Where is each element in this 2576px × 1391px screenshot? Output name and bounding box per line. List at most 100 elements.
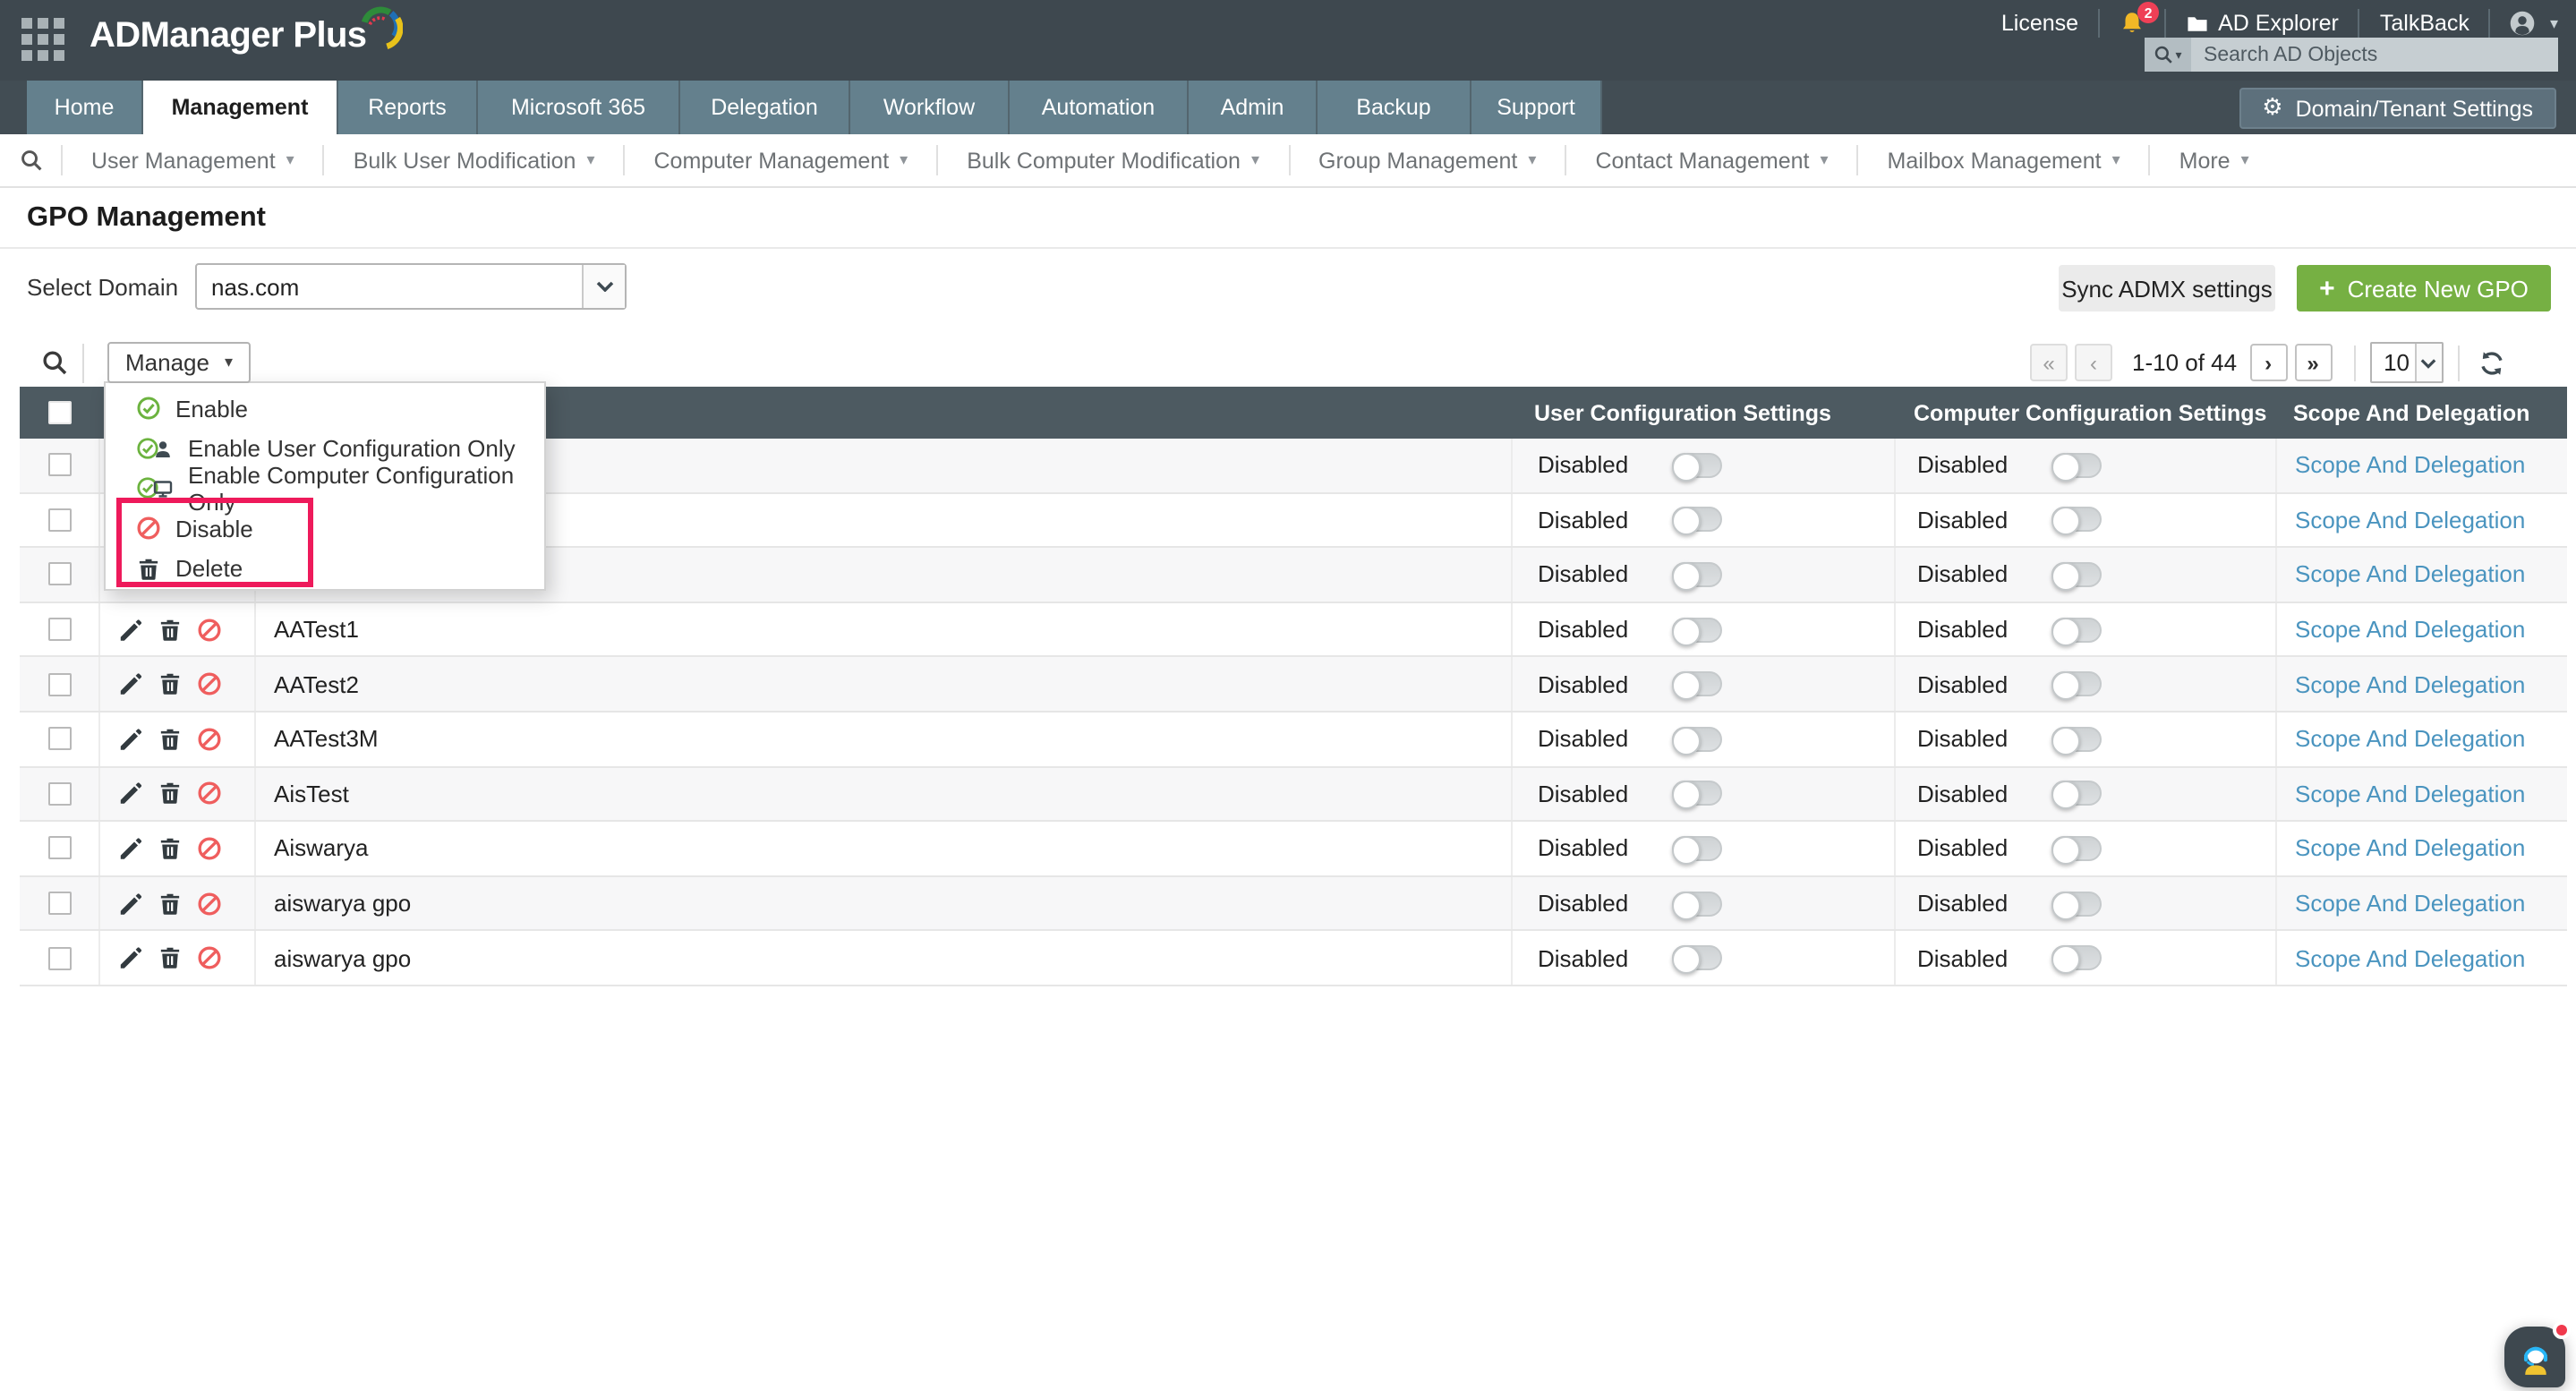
user-config-toggle[interactable]: [1672, 781, 1722, 806]
computer-config-toggle[interactable]: [2051, 891, 2102, 916]
row-checkbox[interactable]: [47, 563, 71, 586]
edit-icon[interactable]: [118, 945, 143, 970]
row-checkbox[interactable]: [47, 782, 71, 806]
edit-icon[interactable]: [118, 617, 143, 642]
manage-dropdown-button[interactable]: Manage ▾: [107, 342, 251, 383]
computer-config-toggle[interactable]: [2051, 781, 2102, 806]
computer-config-toggle[interactable]: [2051, 617, 2102, 642]
disable-icon[interactable]: [197, 727, 222, 752]
subnav-contact-management[interactable]: Contact Management▾: [1565, 145, 1856, 175]
subnav-mailbox-management[interactable]: Mailbox Management▾: [1857, 145, 2149, 175]
edit-icon[interactable]: [118, 891, 143, 916]
scope-delegation-link[interactable]: Scope And Delegation: [2295, 890, 2525, 917]
edit-icon[interactable]: [118, 836, 143, 861]
scope-delegation-link[interactable]: Scope And Delegation: [2295, 507, 2525, 533]
scope-delegation-link[interactable]: Scope And Delegation: [2295, 616, 2525, 643]
row-checkbox[interactable]: [47, 618, 71, 641]
user-config-toggle[interactable]: [1672, 945, 1722, 970]
disable-icon[interactable]: [197, 891, 222, 916]
scope-delegation-link[interactable]: Scope And Delegation: [2295, 670, 2525, 697]
tab-reports[interactable]: Reports: [338, 81, 478, 134]
scope-delegation-link[interactable]: Scope And Delegation: [2295, 452, 2525, 479]
edit-icon[interactable]: [118, 671, 143, 696]
app-grid-icon[interactable]: [21, 18, 66, 63]
domain-select[interactable]: nas.com: [195, 263, 627, 310]
subnav-computer-management[interactable]: Computer Management▾: [624, 145, 937, 175]
prev-page-button[interactable]: ‹: [2075, 344, 2112, 381]
subnav-group-management[interactable]: Group Management▾: [1288, 145, 1565, 175]
computer-config-toggle[interactable]: [2051, 945, 2102, 970]
search-ad-objects-input[interactable]: [2191, 38, 2558, 72]
scope-delegation-link[interactable]: Scope And Delegation: [2295, 781, 2525, 807]
row-checkbox[interactable]: [47, 946, 71, 969]
tab-support[interactable]: Support: [1471, 81, 1602, 134]
license-link[interactable]: License: [2001, 11, 2078, 36]
create-new-gpo-button[interactable]: + Create New GPO: [2297, 265, 2551, 311]
page-size-select[interactable]: 10: [2369, 342, 2443, 383]
trash-icon[interactable]: [158, 671, 183, 696]
menu-item-enable[interactable]: Enable: [106, 388, 544, 429]
scope-delegation-link[interactable]: Scope And Delegation: [2295, 561, 2525, 588]
disable-icon[interactable]: [197, 617, 222, 642]
user-account-menu[interactable]: ▾: [2511, 11, 2558, 36]
row-checkbox[interactable]: [47, 728, 71, 751]
user-config-toggle[interactable]: [1672, 671, 1722, 696]
subnav-bulk-computer-modification[interactable]: Bulk Computer Modification▾: [936, 145, 1288, 175]
last-page-button[interactable]: »: [2294, 344, 2332, 381]
row-checkbox[interactable]: [47, 837, 71, 860]
computer-config-toggle[interactable]: [2051, 671, 2102, 696]
tab-delegation[interactable]: Delegation: [680, 81, 850, 134]
sync-admx-settings-button[interactable]: Sync ADMX settings: [2059, 265, 2275, 311]
edit-icon[interactable]: [118, 781, 143, 806]
subnav-user-management[interactable]: User Management▾: [61, 145, 323, 175]
user-config-toggle[interactable]: [1672, 617, 1722, 642]
trash-icon[interactable]: [158, 781, 183, 806]
edit-icon[interactable]: [118, 727, 143, 752]
user-config-toggle[interactable]: [1672, 836, 1722, 861]
select-all-checkbox[interactable]: [48, 401, 72, 424]
computer-config-toggle[interactable]: [2051, 727, 2102, 752]
trash-icon[interactable]: [158, 945, 183, 970]
table-search-icon[interactable]: [41, 349, 68, 385]
talkback-link[interactable]: TalkBack: [2380, 11, 2469, 36]
scope-delegation-link[interactable]: Scope And Delegation: [2295, 726, 2525, 753]
disable-icon[interactable]: [197, 781, 222, 806]
scope-delegation-link[interactable]: Scope And Delegation: [2295, 835, 2525, 862]
row-checkbox[interactable]: [47, 672, 71, 696]
subnav-bulk-user-modification[interactable]: Bulk User Modification▾: [323, 145, 624, 175]
row-checkbox[interactable]: [47, 454, 71, 477]
tab-workflow[interactable]: Workflow: [850, 81, 1010, 134]
trash-icon[interactable]: [158, 727, 183, 752]
trash-icon[interactable]: [158, 836, 183, 861]
disable-icon[interactable]: [197, 671, 222, 696]
tab-management[interactable]: Management: [143, 81, 338, 134]
search-scope-button[interactable]: ▾: [2145, 38, 2191, 72]
scope-delegation-link[interactable]: Scope And Delegation: [2295, 944, 2525, 971]
menu-item-delete[interactable]: Delete: [106, 549, 544, 589]
row-checkbox[interactable]: [47, 892, 71, 915]
computer-config-toggle[interactable]: [2051, 562, 2102, 587]
trash-icon[interactable]: [158, 891, 183, 916]
first-page-button[interactable]: «: [2030, 344, 2068, 381]
computer-config-toggle[interactable]: [2051, 836, 2102, 861]
tab-automation[interactable]: Automation: [1010, 81, 1189, 134]
trash-icon[interactable]: [158, 617, 183, 642]
user-config-toggle[interactable]: [1672, 562, 1722, 587]
tab-backup[interactable]: Backup: [1318, 81, 1471, 134]
row-checkbox[interactable]: [47, 508, 71, 532]
refresh-icon[interactable]: [2477, 348, 2505, 377]
disable-icon[interactable]: [197, 945, 222, 970]
tab-home[interactable]: Home: [27, 81, 143, 134]
support-chat-button[interactable]: [2504, 1327, 2565, 1387]
menu-item-enable-computer-config[interactable]: Enable Computer Configuration Only: [106, 469, 544, 509]
user-config-toggle[interactable]: [1672, 727, 1722, 752]
user-config-toggle[interactable]: [1672, 891, 1722, 916]
subnav-search-icon[interactable]: [20, 149, 43, 172]
user-config-toggle[interactable]: [1672, 453, 1722, 478]
tab-admin[interactable]: Admin: [1189, 81, 1318, 134]
subnav-more[interactable]: More▾: [2149, 145, 2278, 175]
computer-config-toggle[interactable]: [2051, 453, 2102, 478]
tab-microsoft-365[interactable]: Microsoft 365: [478, 81, 680, 134]
next-page-button[interactable]: ›: [2249, 344, 2287, 381]
disable-icon[interactable]: [197, 836, 222, 861]
